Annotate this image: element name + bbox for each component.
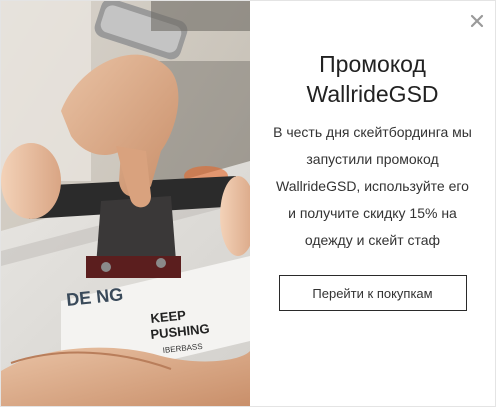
- promo-popup: KEEP PUSHING DE NG IBERBASS Промокод Wal…: [0, 0, 496, 407]
- close-icon[interactable]: [469, 13, 485, 29]
- promo-title-line2: WallrideGSD: [306, 81, 439, 107]
- promo-description: В честь дня скейтбординга мы запустили п…: [273, 124, 472, 248]
- promo-title: Промокод WallrideGSD: [263, 49, 483, 109]
- skateboard-photo: KEEP PUSHING DE NG IBERBASS: [1, 1, 250, 406]
- skateboard-illustration: KEEP PUSHING DE NG IBERBASS: [1, 1, 250, 406]
- go-to-shopping-button[interactable]: Перейти к покупкам: [278, 275, 467, 311]
- promo-content: Промокод WallrideGSD В честь дня скейтбо…: [250, 1, 495, 406]
- promo-title-line1: Промокод: [319, 51, 426, 77]
